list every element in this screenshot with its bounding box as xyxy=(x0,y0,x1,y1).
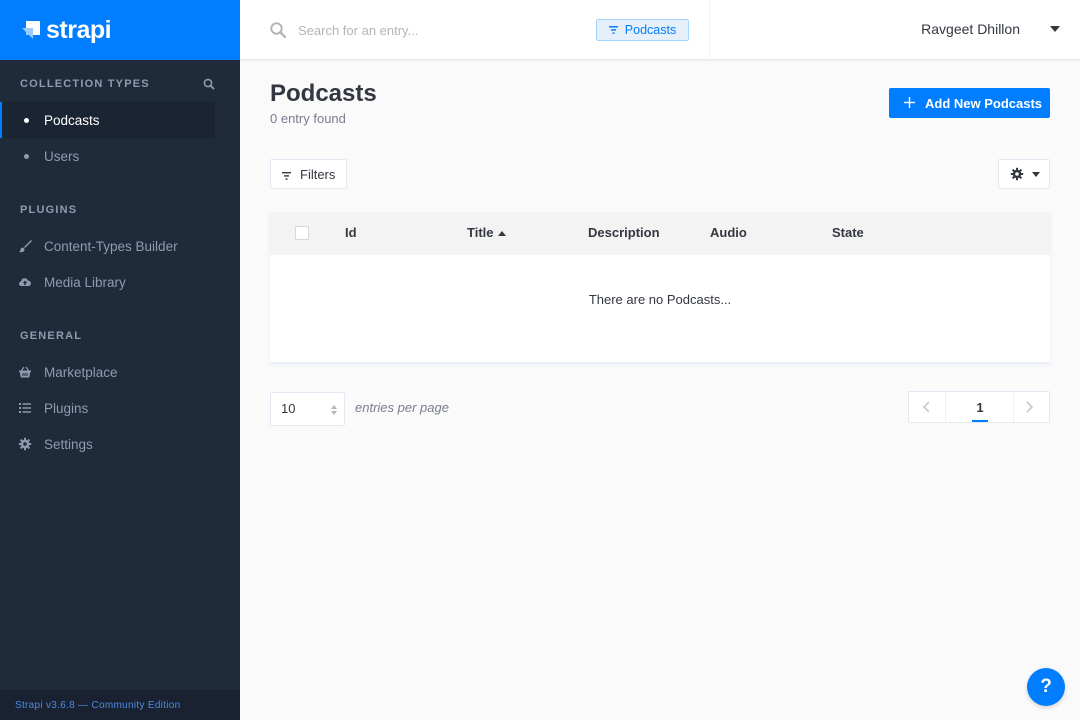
search-scope-tag[interactable]: Podcasts xyxy=(596,19,689,41)
sidebar: strapi COLLECTION TYPES Podcasts Users P… xyxy=(0,0,240,720)
sidebar-item-label: Media Library xyxy=(44,274,126,290)
sidebar-item-settings[interactable]: Settings xyxy=(0,426,215,462)
sidebar-item-users[interactable]: Users xyxy=(0,138,215,174)
filters-button[interactable]: Filters xyxy=(270,159,347,189)
entries-per-page-select[interactable]: 10 xyxy=(270,392,345,426)
next-page-button[interactable] xyxy=(1013,392,1049,422)
strapi-logo-icon xyxy=(22,21,40,39)
sidebar-item-label: Content-Types Builder xyxy=(44,238,178,254)
gear-icon xyxy=(18,437,32,451)
bullet-icon xyxy=(24,154,29,159)
sidebar-item-label: Users xyxy=(44,148,80,164)
pagination: 1 xyxy=(908,391,1050,423)
sidebar-item-label: Marketplace xyxy=(44,364,118,380)
filter-icon xyxy=(282,172,291,180)
brand-logo[interactable]: strapi xyxy=(0,0,240,60)
version-text[interactable]: Strapi v3.6.8 — Community Edition xyxy=(15,700,181,711)
shopping-basket-icon xyxy=(19,366,31,378)
sidebar-item-label: Podcasts xyxy=(44,112,100,128)
chevron-left-icon xyxy=(922,401,930,413)
sidebar-item-label: Plugins xyxy=(44,400,89,416)
brand-name: strapi xyxy=(46,15,112,44)
sidebar-item-label: Settings xyxy=(44,436,93,452)
bullet-icon xyxy=(24,118,29,123)
section-title-collection-types: COLLECTION TYPES xyxy=(20,78,150,90)
help-button[interactable]: ? xyxy=(1027,668,1065,706)
page-title: Podcasts xyxy=(270,80,377,107)
sidebar-footer: Strapi v3.6.8 — Community Edition xyxy=(0,690,240,720)
filter-icon xyxy=(608,26,618,34)
current-page-number[interactable]: 1 xyxy=(972,400,988,415)
plus-icon xyxy=(904,97,915,108)
search-icon[interactable] xyxy=(203,78,215,90)
caret-down-icon xyxy=(1032,172,1040,177)
previous-page-button[interactable] xyxy=(909,392,945,422)
gear-icon xyxy=(1010,167,1024,181)
sidebar-item-media-library[interactable]: Media Library xyxy=(0,264,215,300)
select-all-checkbox[interactable] xyxy=(295,226,309,240)
add-button-label: Add New Podcasts xyxy=(925,95,1043,111)
search-tag-label: Podcasts xyxy=(624,23,677,37)
sidebar-item-content-types-builder[interactable]: Content-Types Builder xyxy=(0,228,215,264)
caret-down-icon[interactable] xyxy=(1050,26,1060,32)
chevron-right-icon xyxy=(1026,401,1034,413)
list-icon xyxy=(19,403,31,413)
per-page-label: entries per page xyxy=(355,400,449,415)
sort-ascending-icon xyxy=(497,231,506,237)
sidebar-item-plugins[interactable]: Plugins xyxy=(0,390,215,426)
empty-state-message: There are no Podcasts... xyxy=(588,292,732,307)
column-header-description[interactable]: Description xyxy=(588,225,660,240)
column-header-label: Title xyxy=(467,225,494,240)
per-page-value: 10 xyxy=(281,401,296,416)
pagination-divider xyxy=(945,392,946,422)
table-header: Id Title Description Audio State xyxy=(270,212,1050,255)
filters-label: Filters xyxy=(300,166,336,182)
list-settings-button[interactable] xyxy=(998,159,1050,189)
top-header: Podcasts Ravgeet Dhillon xyxy=(240,0,1080,60)
add-new-entry-button[interactable]: Add New Podcasts xyxy=(889,88,1050,118)
column-header-audio[interactable]: Audio xyxy=(710,225,747,240)
sidebar-item-podcasts[interactable]: Podcasts xyxy=(0,102,215,138)
section-title-general: GENERAL xyxy=(20,330,83,342)
cloud-upload-icon xyxy=(19,278,31,286)
column-header-state[interactable]: State xyxy=(832,225,864,240)
section-title-plugins: PLUGINS xyxy=(20,204,78,216)
column-header-title[interactable]: Title xyxy=(467,225,506,240)
sort-arrows-icon xyxy=(331,405,337,415)
user-menu[interactable]: Ravgeet Dhillon xyxy=(921,21,1020,37)
search-icon xyxy=(270,22,287,39)
search-input[interactable] xyxy=(298,18,588,42)
column-header-id[interactable]: Id xyxy=(345,225,357,240)
header-divider xyxy=(709,0,710,60)
sidebar-item-marketplace[interactable]: Marketplace xyxy=(0,354,215,390)
current-page-indicator xyxy=(972,420,988,422)
entries-table: Id Title Description Audio State There a… xyxy=(270,212,1050,362)
entry-count: 0 entry found xyxy=(270,111,346,126)
paint-brush-icon xyxy=(19,240,32,253)
